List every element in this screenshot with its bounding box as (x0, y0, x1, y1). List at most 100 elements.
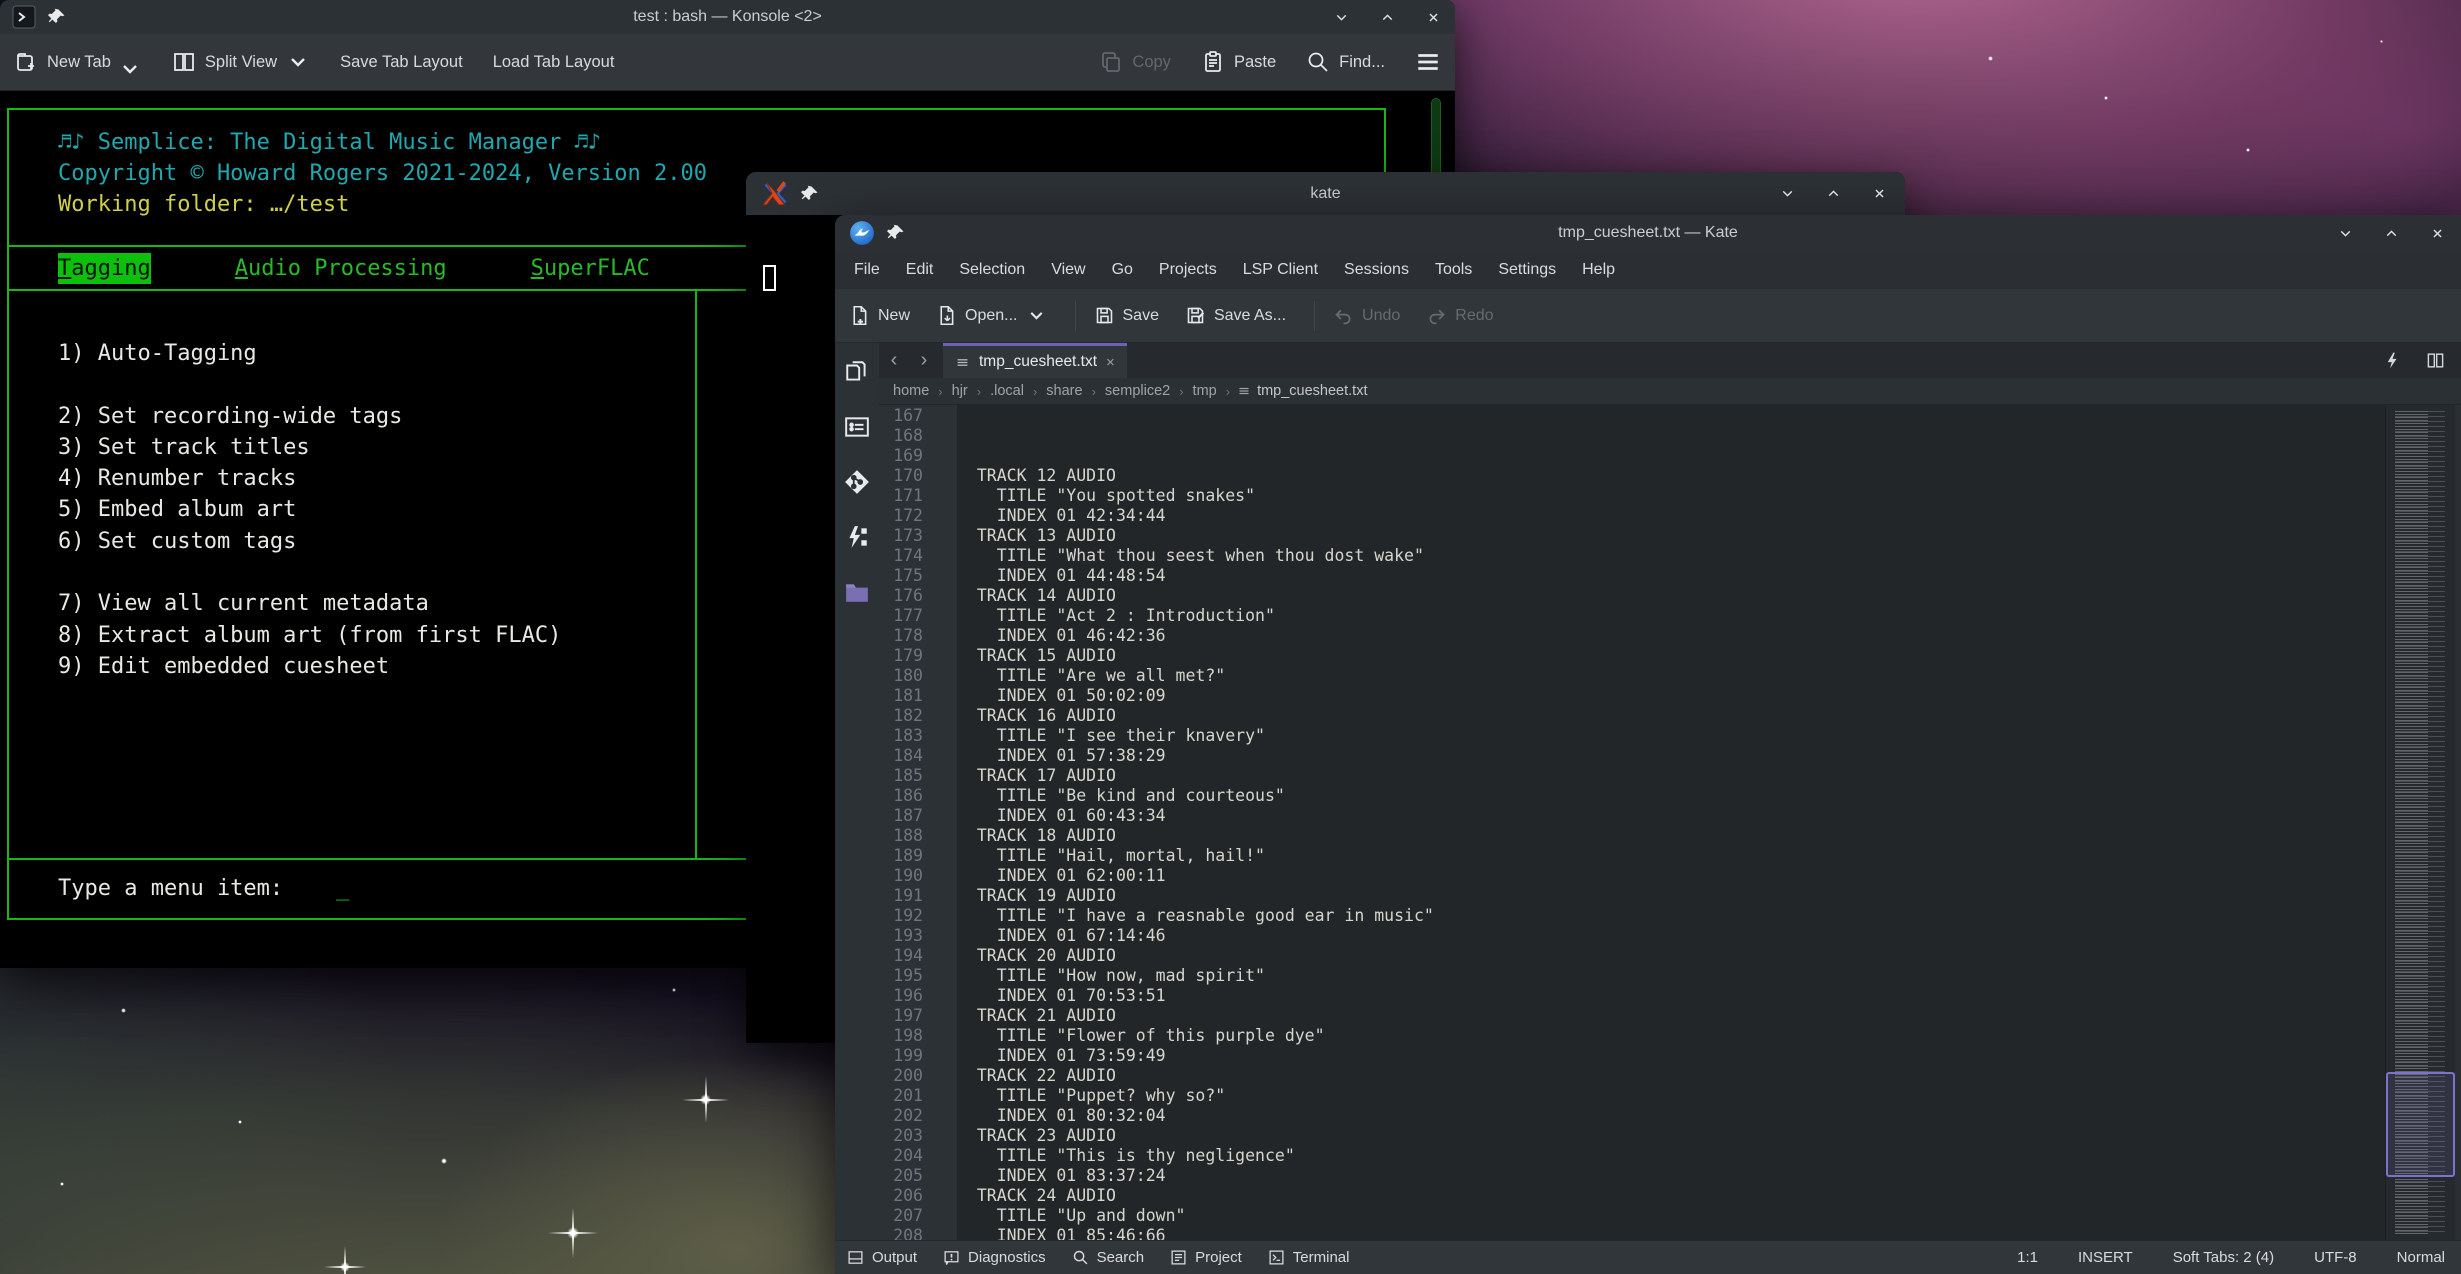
minimize-button[interactable] (2335, 223, 2355, 243)
status-highlight-mode[interactable]: Normal (2397, 1249, 2445, 1266)
tui-menu-item: 3) Set track titles (58, 432, 695, 463)
status-encoding[interactable]: UTF-8 (2314, 1249, 2357, 1266)
paste-button[interactable]: Paste (1201, 50, 1276, 74)
kate-sidebar (835, 343, 879, 1240)
panel-search-button[interactable]: Search (1072, 1249, 1145, 1266)
breadcrumb-segment[interactable]: semplice2 (1103, 383, 1172, 399)
new-tab-button[interactable]: New Tab (14, 50, 142, 74)
panel-output-button[interactable]: Output (847, 1249, 917, 1266)
line-number: 174 (879, 546, 923, 566)
new-file-button[interactable]: New (849, 305, 910, 326)
breadcrumb-segment[interactable]: hjr (950, 383, 970, 399)
redo-button[interactable]: Redo (1426, 305, 1493, 326)
load-tab-layout-button[interactable]: Load Tab Layout (493, 53, 615, 72)
redo-icon (1426, 305, 1447, 326)
save-as-button[interactable]: Save As... (1185, 305, 1286, 326)
menu-item[interactable]: View (1038, 251, 1098, 289)
maximize-button[interactable] (1377, 7, 1397, 27)
maximize-button[interactable] (1823, 184, 1843, 204)
minimize-button[interactable] (1777, 184, 1797, 204)
hamburger-menu-button[interactable] (1415, 49, 1441, 75)
menu-item[interactable]: Go (1099, 251, 1146, 289)
status-tab-mode[interactable]: Soft Tabs: 2 (4) (2173, 1249, 2274, 1266)
undo-button[interactable]: Undo (1333, 305, 1400, 326)
pin-icon[interactable] (887, 224, 905, 242)
menu-item[interactable]: Selection (946, 251, 1038, 289)
kate-toolbar: New Open... Save Save As... Undo (835, 289, 2461, 343)
line-number: 185 (879, 766, 923, 786)
konsole-titlebar[interactable]: test : bash — Konsole <2> (0, 0, 1455, 34)
code-line: INDEX 01 62:00:11 (957, 866, 2385, 886)
kate-menubar: FileEditSelectionViewGoProjectsLSP Clien… (835, 251, 2461, 289)
line-number: 196 (879, 986, 923, 1006)
symbol-outline-icon[interactable] (844, 414, 870, 440)
documents-icon[interactable] (844, 359, 870, 385)
line-number: 187 (879, 806, 923, 826)
minimap-viewport[interactable] (2386, 1072, 2455, 1177)
code-view[interactable]: TRACK 12 AUDIO TITLE "You spotted snakes… (957, 405, 2385, 1240)
git-icon[interactable] (844, 469, 870, 495)
panel-diagnostics-button[interactable]: Diagnostics (943, 1249, 1046, 1266)
panel-terminal-button[interactable]: Terminal (1268, 1249, 1350, 1266)
find-button[interactable]: Find... (1306, 50, 1385, 74)
breadcrumb-segment[interactable]: share (1044, 383, 1084, 399)
project-icon (1170, 1249, 1187, 1266)
split-editor-icon[interactable] (2426, 351, 2445, 370)
chevron-down-icon (1026, 305, 1047, 326)
quick-open-bolt-icon[interactable] (2383, 351, 2402, 370)
terminal-icon (1268, 1249, 1285, 1266)
menu-item[interactable]: Help (1569, 251, 1628, 289)
tui-menu-item: 2) Set recording-wide tags (58, 401, 695, 432)
lsp-symbols-icon[interactable] (844, 524, 870, 550)
menu-item[interactable]: Projects (1146, 251, 1230, 289)
nav-back-button[interactable]: ‹ (879, 343, 909, 378)
chevron-down-icon (118, 57, 142, 81)
close-button[interactable] (1423, 7, 1443, 27)
menu-item[interactable]: Sessions (1331, 251, 1422, 289)
code-line: TRACK 22 AUDIO (957, 1066, 2385, 1086)
copy-button[interactable]: Copy (1099, 50, 1171, 74)
split-view-button[interactable]: Split View (172, 50, 310, 74)
menu-item[interactable]: File (841, 251, 893, 289)
minimize-button[interactable] (1331, 7, 1351, 27)
tui-tab-tagging[interactable]: Tagging (58, 253, 151, 284)
menu-item[interactable]: LSP Client (1230, 251, 1331, 289)
breadcrumb-segment[interactable]: tmp (1191, 383, 1219, 399)
save-tab-layout-button[interactable]: Save Tab Layout (340, 53, 463, 72)
missing-glyph-box (763, 265, 776, 291)
menu-item[interactable]: Edit (893, 251, 947, 289)
status-cursor-position[interactable]: 1:1 (2017, 1249, 2038, 1266)
line-number: 176 (879, 586, 923, 606)
tab-close-icon[interactable]: × (1106, 354, 1115, 371)
breadcrumb-segment[interactable]: home (891, 383, 931, 399)
tui-menu-item: 4) Renumber tracks (58, 463, 695, 494)
tui-tab-superflac[interactable]: SuperFLAC (531, 253, 650, 284)
tui-tab-audio-processing[interactable]: Audio Processing (235, 253, 447, 284)
maximize-button[interactable] (2381, 223, 2401, 243)
close-button[interactable] (2427, 223, 2447, 243)
save-button[interactable]: Save (1094, 305, 1159, 326)
pin-icon[interactable] (48, 8, 66, 26)
pin-icon[interactable] (801, 185, 819, 203)
menu-item[interactable]: Settings (1485, 251, 1569, 289)
kate-titlebar[interactable]: tmp_cuesheet.txt — Kate (835, 215, 2461, 251)
tab-tmp-cuesheet[interactable]: tmp_cuesheet.txt × (943, 343, 1127, 378)
nested-x-titlebar[interactable]: kate (746, 172, 1905, 215)
open-file-button[interactable]: Open... (936, 305, 1046, 326)
close-button[interactable] (1869, 184, 1889, 204)
code-line: TITLE "How now, mad spirit" (957, 966, 2385, 986)
menu-item[interactable]: Tools (1422, 251, 1485, 289)
line-number: 193 (879, 926, 923, 946)
star (441, 1158, 447, 1164)
nav-forward-button[interactable]: › (909, 343, 939, 378)
status-input-mode[interactable]: INSERT (2078, 1249, 2133, 1266)
code-line: INDEX 01 60:43:34 (957, 806, 2385, 826)
breadcrumb-segment[interactable]: .local (988, 383, 1026, 399)
document-icon (1237, 385, 1251, 397)
breadcrumb-file[interactable]: tmp_cuesheet.txt (1237, 383, 1367, 399)
panel-project-button[interactable]: Project (1170, 1249, 1242, 1266)
minimap-scrollbar[interactable] (2385, 405, 2455, 1240)
filesystem-folder-icon[interactable] (844, 579, 870, 605)
line-number-gutter[interactable]: 1671681691701711721731741751761771781791… (879, 405, 957, 1240)
line-number: 207 (879, 1206, 923, 1226)
